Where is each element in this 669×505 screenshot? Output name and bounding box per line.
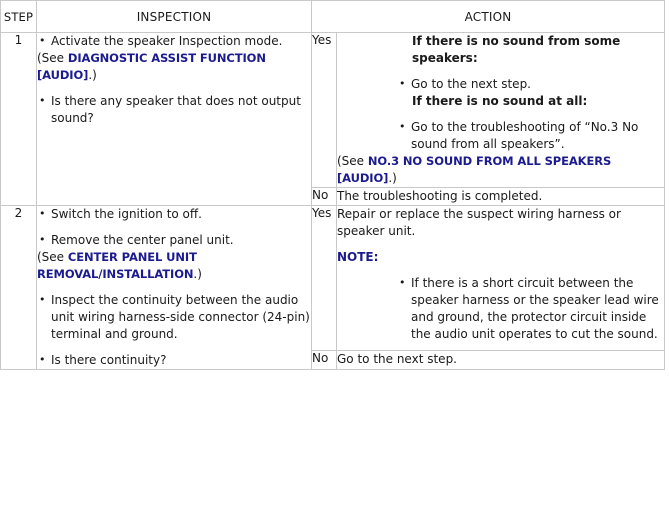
cross-reference-note-1: (See DIAGNOSTIC ASSIST FUNCTION [AUDIO].… <box>37 50 311 84</box>
inspection-cell-step-2: Switch the ignition to off. Remove the c… <box>36 205 312 370</box>
action-cell-step-2-no: Go to the next step. <box>336 350 665 370</box>
note-label: NOTE: <box>337 250 379 264</box>
action-text: Go to the next step. <box>337 352 457 367</box>
see-prefix: (See <box>37 250 68 264</box>
see-suffix: .) <box>193 267 202 281</box>
action-bullet-list-1: Go to the next step. <box>397 75 664 93</box>
result-label-no-1: No <box>311 187 337 206</box>
result-label-yes-1: Yes <box>311 32 337 188</box>
list-item: If there is a short circuit between the … <box>397 274 664 343</box>
note-bullet-list: If there is a short circuit between the … <box>397 274 664 343</box>
list-item: Remove the center panel unit. <box>37 231 311 249</box>
action-heading-1: If there is no sound from some speakers: <box>412 34 621 65</box>
cross-reference-note-3: (See CENTER PANEL UNIT REMOVAL/INSTALLAT… <box>37 249 311 283</box>
troubleshooting-table: STEP INSPECTION ACTION 1 Activate the sp… <box>0 0 665 370</box>
inspection-bullet-list-1b: Is there any speaker that does not outpu… <box>37 92 311 127</box>
action-text: The troubleshooting is completed. <box>337 189 543 203</box>
action-cell-step-1-yes: If there is no sound from some speakers:… <box>336 32 665 188</box>
cross-reference-link[interactable]: DIAGNOSTIC ASSIST FUNCTION [AUDIO] <box>37 51 266 82</box>
see-prefix: (See <box>37 51 68 65</box>
result-label-no-2: No <box>311 350 337 370</box>
list-item: Switch the ignition to off. <box>37 205 311 223</box>
table-header-row: STEP INSPECTION ACTION <box>0 0 665 33</box>
action-text: Repair or replace the suspect wiring har… <box>337 207 621 238</box>
list-item: Activate the speaker Inspection mode. <box>37 32 311 50</box>
list-item: Is there any speaker that does not outpu… <box>37 92 311 127</box>
action-cell-step-2-yes: Repair or replace the suspect wiring har… <box>336 204 665 352</box>
column-header-step: STEP <box>0 0 37 33</box>
inspection-bullet-list-1: Activate the speaker Inspection mode. <box>37 32 311 50</box>
table-row-step-1-yes: 1 Activate the speaker Inspection mode. … <box>0 32 665 206</box>
column-header-action: ACTION <box>311 0 665 33</box>
result-label-yes-2: Yes <box>311 204 337 352</box>
table-row-step-2-yes: 2 Switch the ignition to off. Remove the… <box>0 204 665 370</box>
cross-reference-link[interactable]: NO.3 NO SOUND FROM ALL SPEAKERS [AUDIO] <box>337 154 611 185</box>
action-bullet-list-2: Go to the troubleshooting of “No.3 No so… <box>397 118 664 153</box>
list-item: Inspect the continuity between the audio… <box>37 291 311 343</box>
action-heading-2: If there is no sound at all: <box>412 94 588 108</box>
inspection-cell-step-1: Activate the speaker Inspection mode. (S… <box>36 32 312 206</box>
column-header-inspection: INSPECTION <box>36 0 312 33</box>
inspection-bullet-list-2: Switch the ignition to off. Remove the c… <box>37 205 311 249</box>
see-prefix: (See <box>337 154 368 168</box>
see-suffix: .) <box>388 171 397 185</box>
step-number-2: 2 <box>0 205 37 370</box>
list-item: Is there continuity? <box>37 351 311 369</box>
list-item: Go to the next step. <box>397 75 664 93</box>
inspection-bullet-list-2b: Inspect the continuity between the audio… <box>37 291 311 369</box>
cross-reference-note-2: (See NO.3 NO SOUND FROM ALL SPEAKERS [AU… <box>337 153 664 187</box>
see-suffix: .) <box>88 68 97 82</box>
list-item: Go to the troubleshooting of “No.3 No so… <box>397 118 664 153</box>
action-cell-step-1-no: The troubleshooting is completed. <box>336 187 665 206</box>
step-number-1: 1 <box>0 32 37 206</box>
